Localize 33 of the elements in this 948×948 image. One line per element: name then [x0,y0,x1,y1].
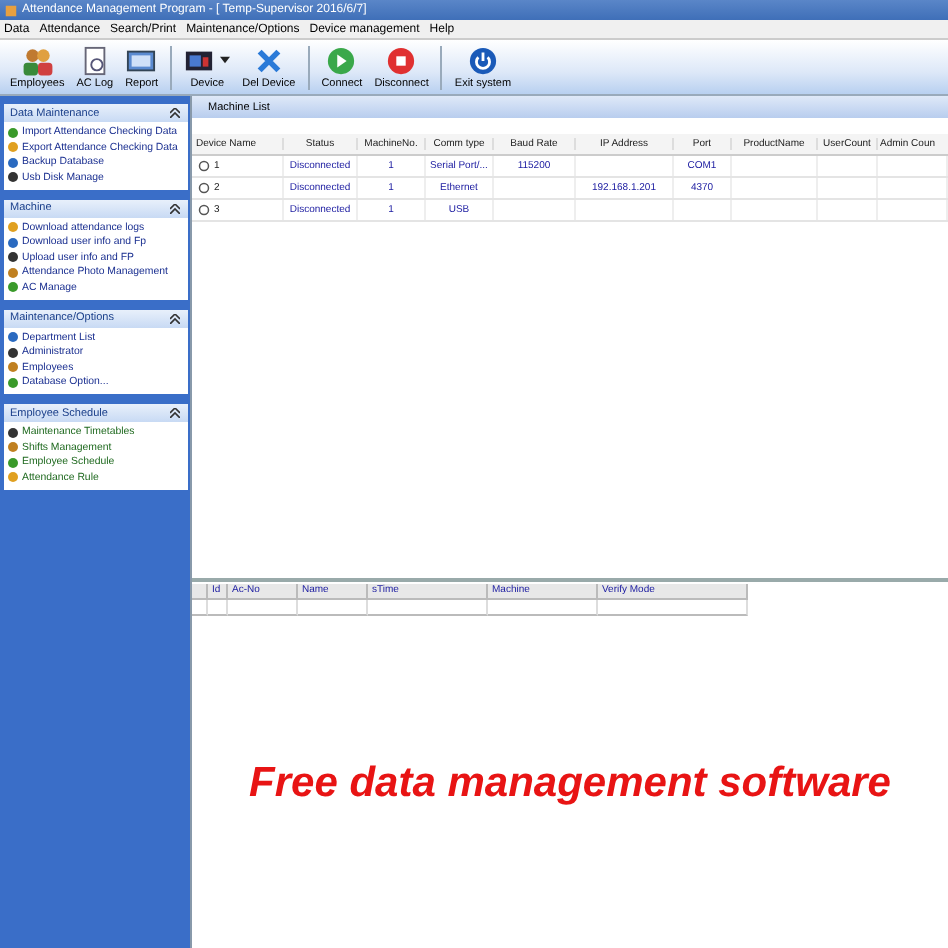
dot-icon [8,142,18,152]
dot-icon [8,252,18,262]
dot-icon [8,332,18,342]
collapse-icon [170,313,180,323]
app-icon [4,3,18,17]
close-icon [253,45,284,75]
dot-icon [8,222,18,232]
collapse-icon [170,203,180,213]
caret-icon [220,56,231,64]
dot-icon [8,237,18,247]
dot-icon [8,427,18,437]
dot-icon [8,362,18,372]
report-icon [126,45,157,75]
dot-icon [8,442,18,452]
dot-icon [8,127,18,137]
dot-icon [8,267,18,277]
play-icon [326,45,357,75]
stop-icon [386,45,417,75]
power-icon [467,45,498,75]
people-icon [19,45,56,75]
dot-icon [8,457,18,467]
banner-text: Free data management software [247,760,893,808]
collapse-icon [170,108,180,118]
dot-icon [8,472,18,482]
dot-icon [8,377,18,387]
dot-icon [8,347,18,357]
row-header[interactable] [192,600,208,616]
collapse-icon [170,408,180,418]
dot-icon [8,282,18,292]
dot-icon [8,157,18,167]
dot-icon [8,172,18,182]
corner-cell [192,584,208,600]
document-icon [79,45,110,75]
